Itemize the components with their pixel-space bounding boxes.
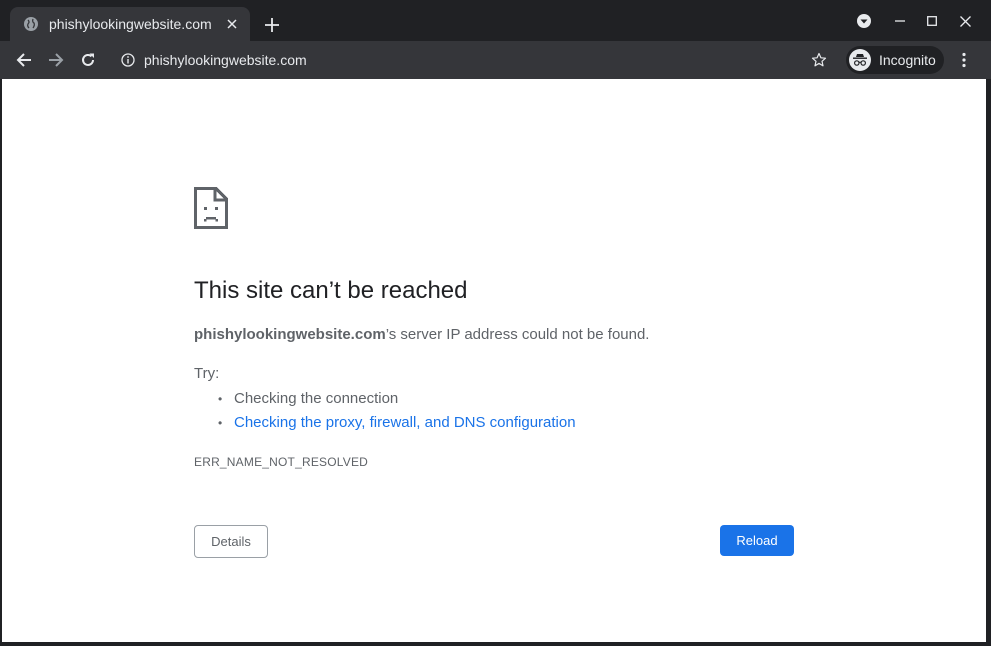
forward-arrow-icon[interactable]	[44, 48, 68, 72]
info-icon[interactable]	[118, 50, 138, 70]
error-message: ’s server IP address could not be found.	[385, 326, 650, 343]
bookmark-star-icon[interactable]	[807, 48, 831, 72]
tab-strip: phishylookingwebsite.com	[0, 0, 991, 41]
try-label: Try:	[194, 365, 220, 382]
address-bar-url[interactable]: phishylookingwebsite.com	[144, 51, 307, 69]
back-arrow-icon[interactable]	[12, 48, 36, 72]
sad-document-icon	[194, 187, 228, 234]
suggestions-list: Checking the connection Checking the pro…	[194, 387, 576, 435]
error-domain: phishylookingwebsite.com	[194, 326, 386, 343]
error-code: ERR_NAME_NOT_RESOLVED	[194, 455, 369, 469]
details-button[interactable]: Details	[194, 525, 268, 558]
globe-icon	[23, 16, 39, 32]
reload-button[interactable]: Reload	[720, 525, 794, 556]
kebab-menu-icon[interactable]	[952, 48, 976, 72]
maximize-icon[interactable]	[923, 12, 941, 30]
new-tab-plus-icon[interactable]	[260, 13, 284, 37]
incognito-icon	[849, 49, 871, 71]
browser-toolbar: phishylookingwebsite.com Incognito	[0, 41, 991, 79]
incognito-label: Incognito	[879, 52, 936, 68]
tab-title: phishylookingwebsite.com	[49, 16, 212, 32]
window-close-icon[interactable]	[956, 12, 974, 30]
minimize-icon[interactable]	[891, 12, 909, 30]
tab-close-icon[interactable]	[222, 14, 242, 34]
suggestion-link[interactable]: Checking the proxy, firewall, and DNS co…	[194, 411, 576, 435]
tab-search-dropdown-icon[interactable]	[855, 12, 873, 30]
page-content: This site can’t be reached phishylooking…	[2, 79, 986, 642]
reload-icon[interactable]	[76, 48, 100, 72]
suggestion-item: Checking the connection	[194, 387, 576, 411]
error-heading: This site can’t be reached	[194, 277, 468, 304]
incognito-indicator[interactable]: Incognito	[846, 46, 944, 74]
error-description: phishylookingwebsite.com’s server IP add…	[194, 326, 649, 343]
browser-tab[interactable]: phishylookingwebsite.com	[10, 7, 250, 41]
